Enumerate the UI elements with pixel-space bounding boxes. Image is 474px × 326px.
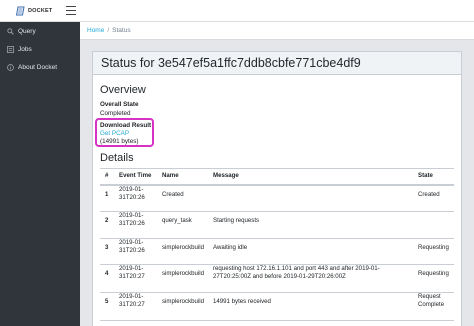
status-card-header: Status for 3e547ef5a1ffc7ddb8cbfe771cbe4… [92, 51, 462, 74]
sidebar-item-about[interactable]: About Docket [0, 59, 80, 75]
row-message: Starting requests [213, 217, 260, 224]
row-state: Requesting [418, 244, 449, 251]
overall-state-value: Completed [100, 110, 131, 117]
docket-logo[interactable]: DOCKET [16, 5, 52, 17]
docket-logo-icon [16, 6, 25, 16]
list-icon [6, 45, 14, 53]
page-title: Status for 3e547ef5a1ffc7ddb8cbfe771cbe4… [101, 56, 361, 70]
col-header-message: Message [213, 172, 239, 179]
search-icon [6, 27, 14, 35]
sidebar-item-jobs[interactable]: Jobs [0, 41, 80, 57]
sidebar-toggle-button[interactable] [66, 6, 76, 15]
sidebar: Query Jobs About Docket [0, 22, 80, 326]
row-event-time: 2019-01- 31T20:27 [119, 265, 145, 280]
table-divider [100, 292, 454, 293]
row-number: 4 [105, 270, 109, 277]
row-number: 5 [105, 298, 109, 305]
row-number: 3 [105, 244, 109, 251]
row-state: Created [418, 191, 440, 198]
sidebar-item-query[interactable]: Query [0, 23, 80, 39]
overview-heading: Overview [100, 84, 146, 96]
download-size: (14991 bytes) [100, 138, 139, 145]
col-header-event-time: Event Time [119, 172, 152, 179]
row-event-time: 2019-01- 31T20:26 [119, 212, 145, 227]
breadcrumb-home-link[interactable]: Home [87, 27, 104, 34]
menu-icon-bar [66, 6, 76, 8]
col-header-name: Name [162, 172, 179, 179]
overall-state-label: Overall State [100, 101, 139, 108]
row-state: Request Complete [418, 293, 445, 308]
info-icon [6, 63, 14, 71]
row-number: 1 [105, 191, 109, 198]
row-message: Awaiting idle [213, 244, 248, 251]
breadcrumb: Home / Status [80, 22, 474, 40]
row-name: simplerockbuild [162, 270, 204, 277]
breadcrumb-current: Status [112, 27, 131, 34]
row-message: requesting host 172.16.1.101 and port 44… [213, 265, 380, 280]
row-name: Created [162, 191, 184, 198]
table-divider [100, 238, 454, 239]
sidebar-item-label: About Docket [18, 63, 58, 71]
row-message: 14991 bytes received [213, 298, 271, 305]
table-divider [100, 184, 454, 186]
logo-text: DOCKET [28, 8, 53, 14]
row-name: simplerockbuild [162, 244, 204, 251]
table-divider [100, 168, 454, 169]
download-result-label: Download Result [100, 122, 152, 129]
sidebar-item-label: Jobs [18, 45, 32, 53]
menu-icon-bar [66, 13, 76, 15]
details-heading: Details [100, 152, 134, 164]
row-event-time: 2019-01- 31T20:27 [119, 293, 145, 308]
menu-icon-bar [66, 9, 76, 12]
table-divider [100, 211, 454, 212]
sidebar-item-label: Query [18, 27, 36, 35]
row-number: 2 [105, 217, 109, 224]
top-navbar: DOCKET [0, 0, 474, 22]
row-state: Requesting [418, 270, 449, 277]
row-name: simplerockbuild [162, 298, 204, 305]
col-header-num: # [105, 172, 109, 179]
row-event-time: 2019-01- 31T20:26 [119, 186, 145, 201]
status-card-body [92, 74, 462, 326]
table-divider [100, 320, 454, 321]
row-event-time: 2019-01- 31T20:26 [119, 239, 145, 254]
row-name: query_task [162, 217, 192, 224]
col-header-state: State [418, 172, 433, 179]
breadcrumb-separator: / [107, 27, 110, 34]
get-pcap-link[interactable]: Get PCAP [100, 130, 129, 137]
